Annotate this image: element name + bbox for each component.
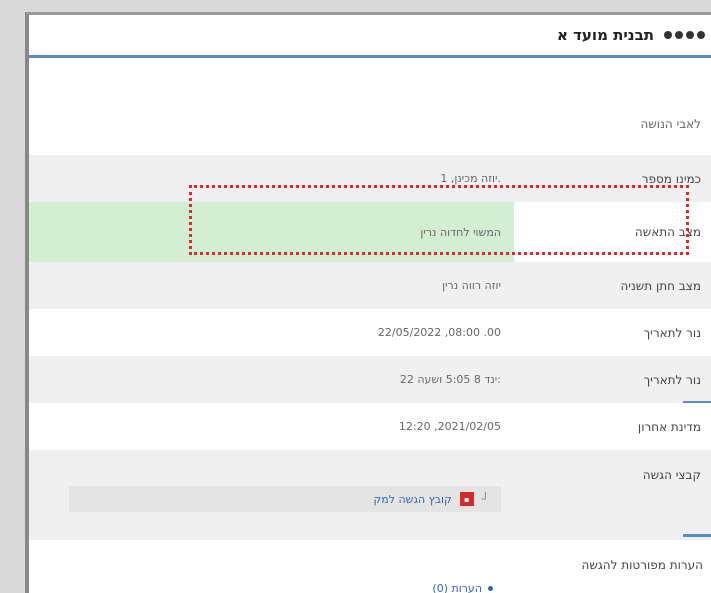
section-header-text: לאבי הנושה	[640, 117, 701, 131]
comments-label: הערות מפורטות להגשה	[581, 558, 703, 572]
row-label: מדינת אחרון	[637, 419, 701, 434]
accent-marker	[683, 534, 711, 537]
section-header: לאבי הנושה	[29, 61, 711, 167]
dot-icon	[697, 31, 705, 39]
dot-icon	[675, 31, 683, 39]
attachment-link[interactable]: קובץ הגשה למק	[373, 493, 451, 506]
table-row: ינד 8 5:05 ושעה 22: נור לתאריך	[29, 356, 711, 404]
comments-link[interactable]: הערות (0)	[432, 582, 482, 593]
pdf-icon: ▪	[459, 492, 474, 506]
bullet-icon	[488, 586, 493, 591]
table-row: 12:20 ,2021/02/05 מדינת אחרון	[29, 403, 711, 451]
attachments-label: קבצי הגשה	[642, 468, 701, 482]
attachment-item[interactable]: קובץ הגשה למק ▪ ┘	[69, 486, 501, 512]
row-label: מצב התאשה	[634, 225, 701, 239]
title-bar: תבנית מועד א	[29, 15, 711, 58]
comments-item[interactable]: הערות (0)	[432, 582, 493, 593]
dot-icon	[686, 31, 694, 39]
page-title: תבנית מועד א	[556, 26, 654, 44]
table-row: המשוי לחדוה נרין מצב התאשה	[29, 202, 711, 263]
row-label: נור לתאריך	[643, 325, 701, 340]
row-value: 12:20 ,2021/02/05	[398, 420, 501, 433]
row-label: מצב חתן תשניה	[620, 278, 701, 293]
row-value: ינד 8 5:05 ושעה 22:	[399, 373, 501, 386]
row-value: המשוי לחדוה נרין	[420, 225, 501, 239]
bracket-icon: ┘	[481, 492, 489, 506]
dot-icon	[664, 31, 672, 39]
table-row: יוזה מכינן, 1. כמינו מספר	[29, 155, 711, 203]
row-value: 22/05/2022 ,08:00 .00	[377, 326, 501, 339]
row-label: כמינו מספר	[641, 171, 701, 186]
row-value: יוזה רווה נרין	[442, 279, 501, 292]
comments-row: הערות מפורטות להגשה הערות (0)	[29, 540, 711, 593]
row-value: יוזה מכינן, 1.	[440, 172, 501, 185]
table-row: יוזה רווה נרין מצב חתן תשניה	[29, 262, 711, 310]
menu-dots-icon[interactable]	[664, 31, 705, 39]
row-label: נור לתאריך	[643, 372, 701, 387]
app-window: תבנית מועד א לאבי הנושה יוזה מכינן, 1. כ…	[25, 12, 711, 593]
table-row: 22/05/2022 ,08:00 .00 נור לתאריך	[29, 309, 711, 357]
